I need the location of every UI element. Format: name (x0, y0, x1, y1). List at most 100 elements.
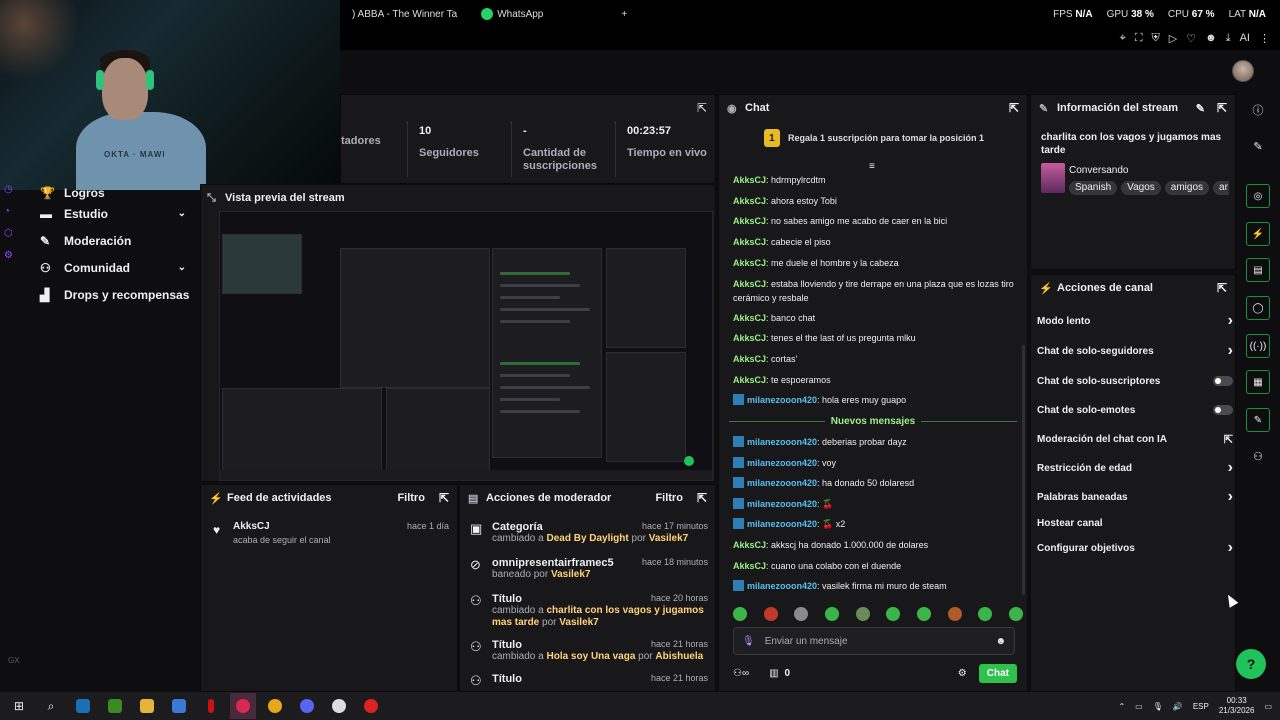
chat-username[interactable]: AkksCJ (733, 375, 766, 385)
emoji-icon[interactable]: ☻ (995, 636, 1006, 647)
pencil-icon[interactable]: ✎ (1246, 134, 1270, 158)
clock-icon[interactable]: ◔ (4, 206, 22, 228)
broadcast-icon[interactable]: ((·)) (1246, 334, 1270, 358)
tag[interactable]: ar (1213, 181, 1229, 195)
filter-button[interactable]: Filtro (397, 492, 425, 504)
tab-whatsapp[interactable]: WhatsApp (469, 0, 555, 28)
ai-button[interactable]: AI (1240, 32, 1250, 45)
play-icon[interactable]: ▷ (1169, 32, 1177, 45)
chat-scrollbar[interactable] (1022, 345, 1025, 595)
lightning-icon[interactable]: ⚡ (1246, 222, 1270, 246)
channel-action-item[interactable]: Palabras baneadas › (1037, 487, 1233, 507)
avatar[interactable] (1232, 60, 1254, 82)
chat-icon[interactable]: ◯ (1246, 296, 1270, 320)
chat-username[interactable]: AkksCJ (733, 175, 766, 185)
users-icon[interactable]: ⚇∞ (733, 668, 749, 679)
heart-icon[interactable]: ♡ (1186, 32, 1196, 45)
external-link-icon[interactable]: ⇱ (1217, 101, 1227, 115)
filter-button[interactable]: Filtro (655, 492, 683, 504)
toggle-switch[interactable] (1213, 376, 1233, 386)
download-icon[interactable]: ⤓ (1226, 32, 1231, 45)
sidebar-item-drops[interactable]: ▟ Drops y recompensas (28, 281, 198, 308)
chat-username[interactable]: AkksCJ (733, 279, 766, 289)
external-link-icon[interactable]: ⇱ (1217, 281, 1227, 295)
chat-username[interactable]: AkksCJ (733, 561, 766, 571)
chat-username[interactable]: milanezooon420 (747, 395, 817, 405)
sidebar-item-moderacion[interactable]: ✎ Moderación (28, 227, 198, 254)
chat-username[interactable]: AkksCJ (733, 354, 766, 364)
wrench-icon[interactable]: ✎ (1246, 408, 1270, 432)
lang-indicator[interactable]: ESP (1193, 702, 1209, 711)
discord-icon[interactable] (294, 693, 320, 719)
new-tab-button[interactable]: + (609, 0, 639, 28)
channel-action-item[interactable]: Configurar objetivos › (1037, 538, 1233, 558)
channel-action-item[interactable]: Moderación del chat con IA ⇱ (1037, 429, 1233, 449)
camera-icon[interactable]: ◎ (1246, 184, 1270, 208)
tag[interactable]: Vagos (1121, 181, 1161, 195)
emote-icon[interactable] (794, 607, 809, 621)
tag[interactable]: Spanish (1069, 181, 1118, 195)
sidebar-item-estudio[interactable]: ▬ Estudio ⌄ (28, 200, 198, 227)
emote-icon[interactable] (1008, 607, 1023, 621)
chat-username[interactable]: AkksCJ (733, 258, 766, 268)
tab-abba[interactable]: ) ABBA - The Winner Ta (340, 0, 469, 28)
pin-icon[interactable]: ⌖ (1120, 32, 1126, 45)
chevron-up-icon[interactable]: ⌃ (1118, 702, 1125, 711)
sidebar-item-logros[interactable]: 🏆 Logros (28, 186, 198, 200)
emote-icon[interactable] (886, 607, 901, 621)
nvidia-icon[interactable] (102, 693, 128, 719)
sub-gift-banner[interactable]: 1 Regala 1 suscripción para tomar la posi… (719, 123, 1029, 153)
netflix-icon[interactable] (198, 693, 224, 719)
clock[interactable]: 00:33 21/3/2026 (1219, 696, 1255, 716)
history-icon[interactable]: ◷ (4, 184, 22, 206)
menu-icon[interactable]: ⋮ (1259, 32, 1270, 45)
emote-icon[interactable] (978, 607, 993, 621)
mic-icon[interactable]: 🎙 (1153, 702, 1163, 711)
emote-icon[interactable] (733, 607, 747, 621)
chat-username[interactable]: AkksCJ (733, 216, 766, 226)
extension-icon[interactable]: ⬡ (4, 228, 22, 250)
screenshot-icon[interactable]: ⛶ (1135, 32, 1143, 45)
chat-username[interactable]: AkksCJ (733, 196, 766, 206)
chat-username[interactable]: AkksCJ (733, 237, 766, 247)
opera-icon[interactable] (358, 693, 384, 719)
channel-action-item[interactable]: Chat de solo-emotes (1037, 400, 1233, 420)
profile-icon[interactable]: ☻ (1205, 32, 1217, 45)
chat-username[interactable]: milanezooon420 (747, 499, 817, 509)
windows-start-icon[interactable]: ⊞ (6, 693, 32, 719)
send-chat-button[interactable]: Chat (978, 663, 1017, 683)
tag[interactable]: amigos (1164, 181, 1210, 195)
external-link-icon[interactable]: ⇱ (1009, 101, 1019, 115)
shield-icon[interactable]: ⛨ (1152, 32, 1160, 45)
channel-action-item[interactable]: Chat de solo-suscriptores (1037, 371, 1233, 391)
chat-username[interactable]: milanezooon420 (747, 581, 817, 591)
pinned-arrow-icon[interactable]: ≡ (869, 161, 875, 172)
chat-username[interactable]: milanezooon420 (747, 437, 817, 447)
chrome-icon[interactable] (262, 693, 288, 719)
chat-username[interactable]: milanezooon420 (747, 458, 817, 468)
volume-icon[interactable]: 🔊 (1173, 702, 1183, 711)
chat-username[interactable]: AkksCJ (733, 333, 766, 343)
mic-icon[interactable]: 🎙 (742, 636, 755, 647)
notes-icon[interactable]: ▤ (1246, 258, 1270, 282)
toggle-switch[interactable] (1213, 405, 1233, 415)
emote-icon[interactable] (855, 607, 870, 621)
emote-icon[interactable] (763, 607, 778, 621)
store-icon[interactable] (166, 693, 192, 719)
help-icon[interactable]: ? (1236, 649, 1266, 679)
chat-input[interactable]: 🎙 Enviar un mensaje ☻ (733, 627, 1015, 655)
info-icon[interactable]: ⓘ (1246, 98, 1270, 122)
channel-action-item[interactable]: Chat de solo-seguidores › (1037, 341, 1233, 361)
steam-icon[interactable] (70, 693, 96, 719)
opera-gx-icon[interactable] (230, 693, 256, 719)
chat-username[interactable]: AkksCJ (733, 313, 766, 323)
channel-action-item[interactable]: Hostear canal (1037, 513, 1233, 533)
app-icon[interactable] (326, 693, 352, 719)
channel-action-item[interactable]: Modo lento › (1037, 311, 1233, 331)
notification-icon[interactable]: ▭ (1264, 702, 1272, 711)
people-icon[interactable]: ⚇ (1246, 444, 1270, 468)
external-link-icon[interactable]: ⇱ (439, 491, 449, 505)
network-icon[interactable]: ▭ (1135, 702, 1143, 711)
settings-icon[interactable]: ⚙ (4, 250, 22, 272)
chat-username[interactable]: milanezooon420 (747, 519, 817, 529)
